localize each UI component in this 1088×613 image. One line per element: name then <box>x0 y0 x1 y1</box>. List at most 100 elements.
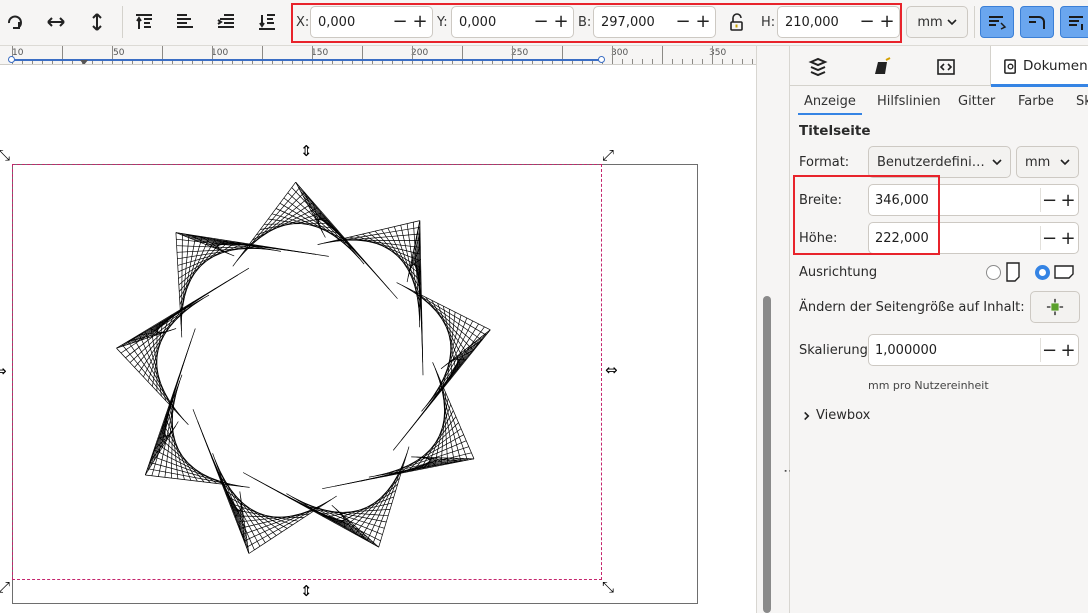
chevron-down-icon <box>947 19 957 26</box>
ruler-tick <box>612 46 613 64</box>
ruler-tick <box>692 59 693 64</box>
unit-dropdown[interactable]: mm <box>906 6 968 38</box>
ruler-label: 300 <box>611 48 629 58</box>
tab-layers[interactable] <box>794 50 842 84</box>
tab-fill-stroke[interactable] <box>858 50 906 84</box>
raise-to-top-button[interactable] <box>127 5 161 39</box>
ruler-label: 200 <box>411 48 429 58</box>
ruler-tick <box>312 46 313 64</box>
resize-to-content-label: Ändern der Seitengröße auf Inhalt: <box>799 300 1025 315</box>
page-width-increment-button[interactable]: + <box>1059 188 1077 212</box>
chevron-down-icon <box>992 159 1002 166</box>
flip-horizontal-button[interactable] <box>39 5 73 39</box>
tab-document-properties[interactable]: Dokument <box>990 46 1088 87</box>
ruler-tick <box>262 46 263 64</box>
flip-horizontal-icon <box>47 17 65 27</box>
unit-value: mm <box>917 14 943 30</box>
subtab-color[interactable]: Farbe <box>1018 94 1054 109</box>
flip-vertical-icon <box>92 13 102 31</box>
ruler-tick <box>682 59 683 64</box>
subtab-grids[interactable]: Gitter <box>958 94 995 109</box>
ruler-tick <box>162 46 163 64</box>
tab-xml-editor[interactable] <box>922 50 970 84</box>
ruler-label: 50 <box>113 48 125 58</box>
ruler-tick <box>722 59 723 64</box>
size-highlight-box <box>793 175 940 255</box>
subtab-display[interactable]: Anzeige <box>798 94 862 115</box>
layers-icon <box>808 57 828 77</box>
orientation-label: Ausrichtung <box>799 265 878 280</box>
flip-vertical-button[interactable] <box>80 5 114 39</box>
lower-icon <box>217 14 234 28</box>
document-icon <box>1004 58 1016 74</box>
ruler-tick <box>712 46 713 64</box>
ruler-pointer-marker <box>80 60 88 64</box>
page-height-decrement-button[interactable]: − <box>1040 226 1058 250</box>
lower-button[interactable] <box>209 5 243 39</box>
subtab-scripting[interactable]: Sk <box>1076 94 1088 109</box>
panel-resize-handle[interactable]: ⋮ <box>778 46 798 613</box>
scale-stroke-toggle[interactable] <box>980 6 1014 38</box>
tab-document-label: Dokument <box>1023 58 1088 74</box>
resize-handle-bottom-left[interactable]: ⤢ <box>0 580 10 595</box>
string-art-star-drawing[interactable] <box>0 66 756 613</box>
ruler-end-marker[interactable] <box>598 56 605 63</box>
drawing-canvas[interactable]: ⤡ ⇕ ⤢ ⇔ ⇔ ⤢ ⇕ ⤡ <box>0 66 756 613</box>
ruler-tick <box>622 59 623 64</box>
document-subtabs: Anzeige Hilfslinien Gitter Farbe Sk <box>790 89 1088 117</box>
lower-to-bottom-button[interactable] <box>250 5 284 39</box>
resize-to-content-button[interactable] <box>1030 291 1080 323</box>
xml-editor-icon <box>937 59 955 75</box>
ruler-tick <box>412 46 413 64</box>
ruler-tick <box>662 46 663 64</box>
viewbox-label: Viewbox <box>816 408 871 423</box>
ruler-start-marker[interactable] <box>8 56 15 63</box>
viewbox-expander[interactable]: Viewbox <box>802 408 870 423</box>
ruler-tick <box>672 59 673 64</box>
ruler-tick <box>62 46 63 64</box>
resize-handle-top-left[interactable]: ⤡ <box>0 148 10 163</box>
tool-controls-bar: X: 0,000 − + Y: 0,000 − + B: 297,000 − +… <box>0 0 1088 46</box>
resize-handle-top[interactable]: ⇕ <box>300 144 313 159</box>
resize-handle-bottom-right[interactable]: ⤡ <box>602 580 614 595</box>
scale-stroke-icon <box>989 16 1007 30</box>
raise-button[interactable] <box>168 5 202 39</box>
format-dropdown[interactable]: Benutzerdefini… <box>868 146 1011 178</box>
fit-page-icon <box>1046 298 1064 316</box>
ruler-selection-bar <box>12 59 602 61</box>
format-unit-dropdown[interactable]: mm <box>1016 146 1079 178</box>
ruler-tick <box>652 59 653 64</box>
page-height-increment-button[interactable]: + <box>1059 226 1077 250</box>
move-gradients-toggle[interactable] <box>1060 6 1088 38</box>
ruler-tick <box>562 46 563 64</box>
scrollbar-thumb[interactable] <box>763 296 771 613</box>
ruler-tick <box>212 46 213 64</box>
document-properties-panel: Dokument Anzeige Hilfslinien Gitter Farb… <box>790 46 1088 613</box>
rotate-cw-icon <box>8 15 22 29</box>
orientation-landscape-radio[interactable] <box>1035 265 1050 280</box>
resize-handle-top-right[interactable]: ⤢ <box>602 148 614 163</box>
dialog-tab-bar: Dokument <box>790 46 1088 87</box>
orientation-portrait-radio[interactable] <box>986 265 1001 280</box>
rotate-cw-button[interactable] <box>0 5 32 39</box>
chevron-down-icon <box>1060 159 1070 166</box>
resize-handle-left[interactable]: ⇔ <box>0 364 7 379</box>
canvas-vertical-scrollbar[interactable] <box>756 46 778 613</box>
ruler-tick <box>732 59 733 64</box>
resize-handle-bottom[interactable]: ⇕ <box>300 584 313 599</box>
section-title: Titelseite <box>799 123 871 139</box>
ruler-tick <box>632 59 633 64</box>
ruler-tick <box>112 46 113 64</box>
resize-handle-right[interactable]: ⇔ <box>605 363 618 378</box>
fill-stroke-icon <box>875 57 891 74</box>
scale-field[interactable]: 1,000000 − + <box>868 334 1079 366</box>
subtab-guides[interactable]: Hilfslinien <box>877 94 941 109</box>
chevron-right-icon <box>804 411 810 420</box>
toolbar-separator <box>122 6 123 38</box>
scale-corners-toggle[interactable] <box>1020 6 1054 38</box>
ruler-label: 100 <box>211 48 229 58</box>
string-art-lines <box>116 181 491 554</box>
page-width-decrement-button[interactable]: − <box>1040 188 1058 212</box>
scale-increment-button[interactable]: + <box>1059 338 1077 362</box>
scale-decrement-button[interactable]: − <box>1040 338 1058 362</box>
